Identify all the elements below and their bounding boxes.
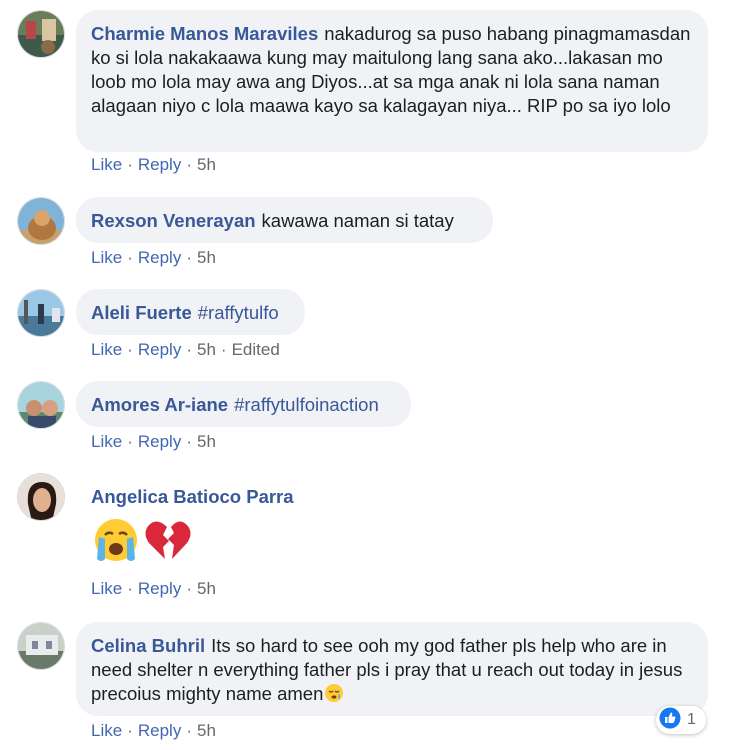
like-link[interactable]: Like	[91, 248, 122, 267]
comment-actions: Like · Reply · 5h · Edited	[91, 340, 280, 360]
like-link[interactable]: Like	[91, 432, 122, 451]
comment-bubble: Amores Ar-iane #raffytulfoinaction	[76, 381, 411, 427]
separator: ·	[220, 340, 227, 359]
like-link[interactable]: Like	[91, 579, 122, 598]
comment-bubble: Angelica Batioco Parra	[76, 473, 339, 519]
comment-bubble: Aleli Fuerte #raffytulfo	[76, 289, 305, 335]
timestamp[interactable]: 5h	[197, 579, 216, 598]
timestamp[interactable]: 5h	[197, 155, 216, 174]
reply-link[interactable]: Reply	[138, 721, 181, 740]
hashtag-link[interactable]: #raffytulfo	[198, 302, 279, 323]
comment-actions: Like · Reply · 5h	[91, 248, 216, 268]
like-link[interactable]: Like	[91, 340, 122, 359]
comment-actions: Like · Reply · 5h	[91, 432, 216, 452]
timestamp[interactable]: 5h	[197, 340, 216, 359]
comment-bubble: Charmie Manos Maraviles nakadurog sa puso…	[76, 10, 708, 152]
reaction-count: 1	[687, 711, 696, 728]
avatar[interactable]	[17, 381, 65, 429]
timestamp[interactable]: 5h	[197, 248, 216, 267]
reply-link[interactable]: Reply	[138, 155, 181, 174]
separator: ·	[186, 579, 192, 598]
separator: ·	[127, 248, 133, 267]
reaction-count-badge[interactable]: 1	[656, 706, 706, 734]
avatar[interactable]	[17, 622, 65, 670]
avatar[interactable]	[17, 289, 65, 337]
like-link[interactable]: Like	[91, 155, 122, 174]
separator: ·	[186, 248, 192, 267]
separator: ·	[186, 721, 192, 740]
separator: ·	[186, 432, 192, 451]
reply-link[interactable]: Reply	[138, 248, 181, 267]
crying-face-emoji	[91, 515, 141, 570]
hashtag-link[interactable]: #raffytulfoinaction	[234, 394, 379, 415]
timestamp[interactable]: 5h	[197, 432, 216, 451]
comment-actions: Like · Reply · 5h	[91, 721, 216, 741]
separator: ·	[186, 155, 192, 174]
comment-author[interactable]: Angelica Batioco Parra	[91, 486, 294, 507]
broken-heart-emoji	[143, 515, 193, 570]
separator: ·	[127, 721, 133, 740]
avatar[interactable]	[17, 197, 65, 245]
comment-bubble: Celina Buhril Its so hard to see ooh my g…	[76, 622, 708, 716]
reply-link[interactable]: Reply	[138, 579, 181, 598]
comment-author[interactable]: Amores Ar-iane	[91, 394, 228, 415]
emoji-row	[91, 515, 193, 570]
like-link[interactable]: Like	[91, 721, 122, 740]
comment-bubble: Rexson Venerayan kawawa naman si tatay	[76, 197, 493, 243]
avatar[interactable]	[17, 10, 65, 58]
separator: ·	[127, 432, 133, 451]
comment-text: kawawa naman si tatay	[261, 210, 454, 231]
timestamp[interactable]: 5h	[197, 721, 216, 740]
separator: ·	[127, 340, 133, 359]
like-thumb-icon	[659, 707, 681, 734]
separator: ·	[127, 579, 133, 598]
separator: ·	[127, 155, 133, 174]
comment-author[interactable]: Aleli Fuerte	[91, 302, 192, 323]
separator: ·	[186, 340, 192, 359]
comment-author[interactable]: Charmie Manos Maraviles	[91, 23, 318, 44]
reply-link[interactable]: Reply	[138, 340, 181, 359]
comment-actions: Like · Reply · 5h	[91, 155, 216, 175]
comment-actions: Like · Reply · 5h	[91, 579, 216, 599]
comment-author[interactable]: Celina Buhril	[91, 635, 205, 656]
reply-link[interactable]: Reply	[138, 432, 181, 451]
comment-author[interactable]: Rexson Venerayan	[91, 210, 256, 231]
edited-label[interactable]: Edited	[232, 340, 280, 359]
sleepy-face-emoji	[324, 683, 344, 709]
avatar[interactable]	[17, 473, 65, 521]
